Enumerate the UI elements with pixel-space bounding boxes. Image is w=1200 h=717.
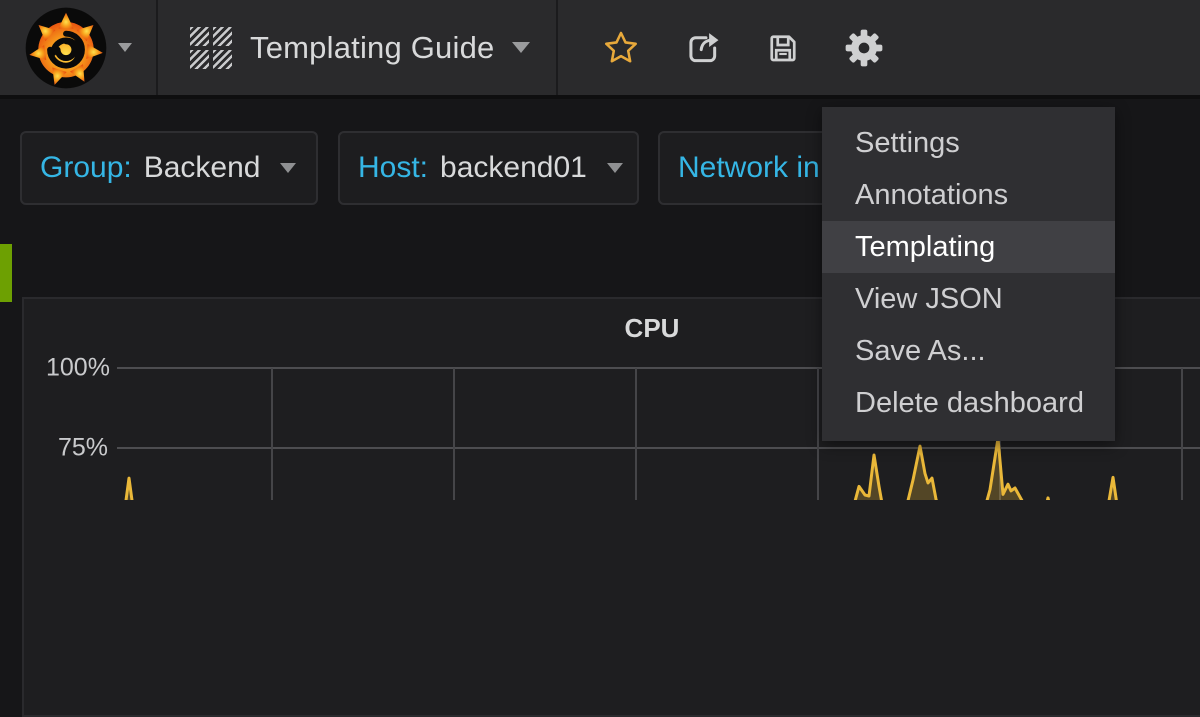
navbar-actions: [558, 0, 904, 95]
save-icon: [765, 30, 801, 66]
dashboard-settings-menu: Settings Annotations Templating View JSO…: [822, 107, 1115, 441]
menu-item-annotations[interactable]: Annotations: [822, 169, 1115, 221]
save-button[interactable]: [742, 0, 823, 95]
menu-item-delete-dashboard[interactable]: Delete dashboard: [822, 377, 1115, 429]
chevron-down-icon: [280, 163, 296, 173]
grafana-logo-icon: [24, 6, 108, 90]
dashboard-grid-icon: [190, 27, 232, 69]
menu-item-save-as[interactable]: Save As...: [822, 325, 1115, 377]
share-button[interactable]: [661, 0, 742, 95]
logo-caret-icon: [118, 43, 132, 52]
variable-selector-group[interactable]: Group: Backend: [20, 131, 318, 205]
gear-icon: [845, 29, 883, 67]
y-axis-tick-100: 100%: [46, 354, 108, 383]
grafana-logo-button[interactable]: [0, 0, 158, 95]
variable-value: Backend: [144, 151, 261, 185]
dashboard-title-caret-icon: [512, 42, 530, 53]
star-button[interactable]: [580, 0, 661, 95]
dashboard-title: Templating Guide: [250, 30, 494, 66]
menu-item-templating[interactable]: Templating: [822, 221, 1115, 273]
variable-label: Host:: [358, 151, 428, 185]
star-icon: [603, 30, 639, 66]
top-navbar: Templating Guide: [0, 0, 1200, 99]
chevron-down-icon: [607, 163, 623, 173]
variable-value: backend01: [440, 151, 587, 185]
variable-label: Network in: [678, 151, 820, 185]
y-axis-tick-75: 75%: [46, 434, 108, 463]
settings-gear-button[interactable]: [823, 0, 904, 95]
variable-selector-host[interactable]: Host: backend01: [338, 131, 639, 205]
row-menu-handle[interactable]: [0, 244, 12, 302]
menu-item-view-json[interactable]: View JSON: [822, 273, 1115, 325]
dashboard-title-button[interactable]: Templating Guide: [158, 0, 558, 95]
menu-item-settings[interactable]: Settings: [822, 117, 1115, 169]
share-icon: [683, 29, 721, 67]
variable-label: Group:: [40, 151, 132, 185]
